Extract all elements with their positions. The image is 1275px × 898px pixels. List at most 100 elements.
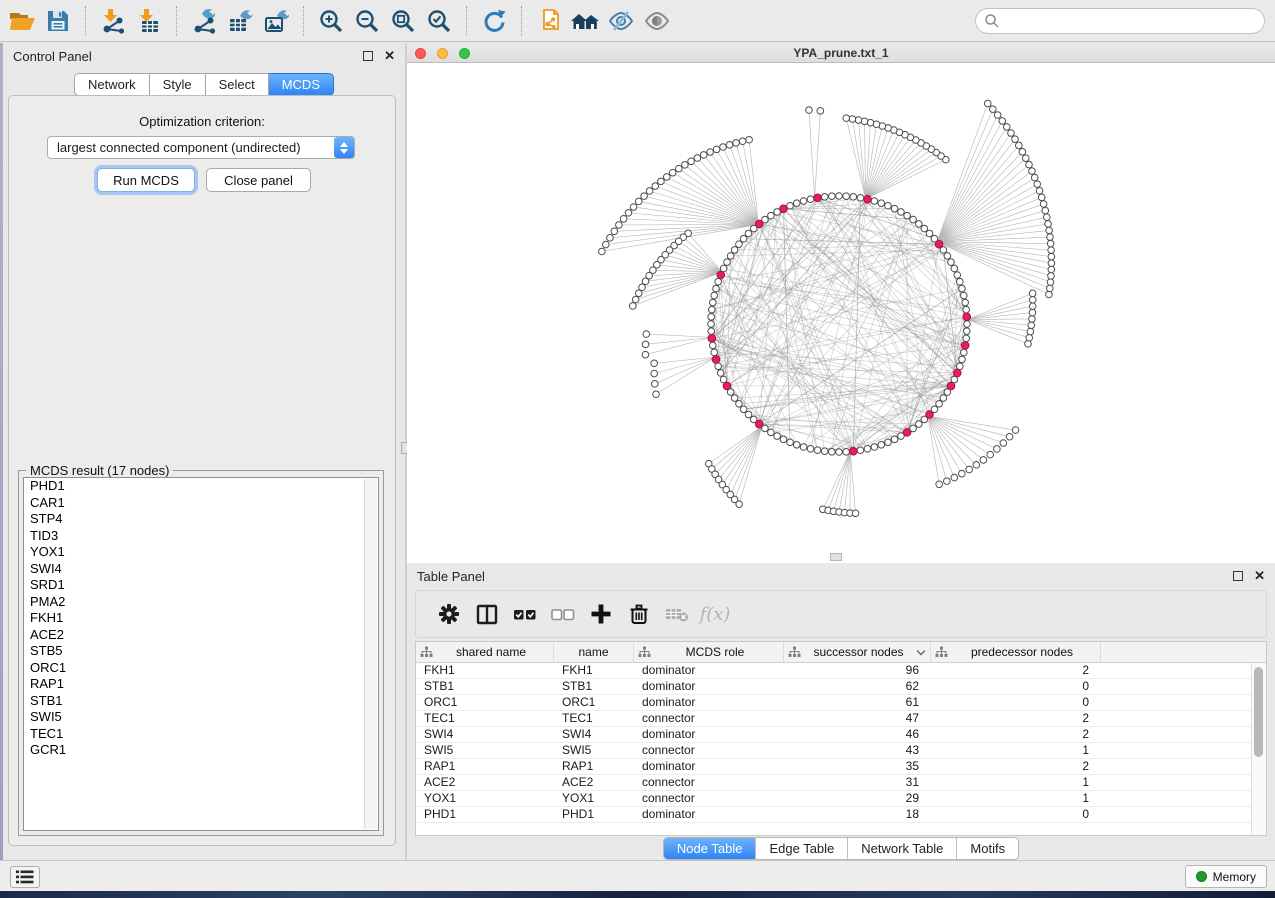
optimization-criterion-select[interactable]: largest connected component (undirected) [47,136,355,159]
export-network-icon[interactable] [186,5,222,37]
column-header-predecessor-nodes[interactable]: predecessor nodes [931,642,1101,662]
table-cell: FKH1 [416,663,554,678]
function-builder-icon[interactable]: f(x) [696,597,734,631]
table-row[interactable]: YOX1YOX1connector291 [416,791,1266,807]
cybrowser-icon[interactable] [567,5,603,37]
table-options-gear-icon[interactable] [430,597,468,631]
tab-select[interactable]: Select [206,73,269,96]
mcds-result-item[interactable]: STB1 [24,693,378,710]
deselect-all-columns-icon[interactable] [544,597,582,631]
column-header-name[interactable]: name [554,642,634,662]
add-column-icon[interactable] [582,597,620,631]
table-scrollbar-thumb[interactable] [1254,667,1263,757]
toolbar-separator [466,6,467,36]
result-list-scrollbar[interactable] [364,479,377,829]
table-cell: dominator [634,727,784,742]
import-network-url-icon[interactable] [531,5,567,37]
show-columns-icon[interactable] [468,597,506,631]
zoom-in-icon[interactable] [313,5,349,37]
mcds-result-item[interactable]: RAP1 [24,676,378,693]
mcds-result-item[interactable]: PHD1 [24,478,378,495]
close-panel-icon[interactable]: ✕ [384,48,395,64]
search-input[interactable] [1000,14,1256,28]
tab-mcds[interactable]: MCDS [269,73,334,96]
table-cell: connector [634,711,784,726]
tab-motifs[interactable]: Motifs [957,838,1018,859]
mcds-result-group: MCDS result (17 nodes) PHD1CAR1STP4TID3Y… [18,470,384,836]
export-table-icon[interactable] [222,5,258,37]
save-session-icon[interactable] [40,5,76,37]
table-row[interactable]: SWI5SWI5connector431 [416,743,1266,759]
mcds-result-item[interactable]: TEC1 [24,726,378,743]
zoom-out-icon[interactable] [349,5,385,37]
apply-layout-icon[interactable] [476,5,512,37]
zoom-fit-icon[interactable] [385,5,421,37]
table-cell: 62 [784,679,931,694]
table-cell: RAP1 [554,759,634,774]
mcds-result-item[interactable]: SWI5 [24,709,378,726]
table-row[interactable]: TEC1TEC1connector472 [416,711,1266,727]
mcds-result-item[interactable]: ACE2 [24,627,378,644]
table-row[interactable]: PHD1PHD1dominator180 [416,807,1266,823]
table-row[interactable]: FKH1FKH1dominator962 [416,663,1266,679]
run-mcds-button[interactable]: Run MCDS [97,168,195,192]
delete-table-icon[interactable] [658,597,696,631]
mcds-result-item[interactable]: ORC1 [24,660,378,677]
tab-network[interactable]: Network [74,73,150,96]
tab-node-table[interactable]: Node Table [664,838,757,859]
zoom-selected-icon[interactable] [421,5,457,37]
mcds-tab-content: Optimization criterion: largest connecte… [8,95,396,846]
network-graph[interactable] [407,63,1275,563]
table-row[interactable]: RAP1RAP1dominator352 [416,759,1266,775]
toolbar-separator [521,6,522,36]
mcds-result-list[interactable]: PHD1CAR1STP4TID3YOX1SWI4SRD1PMA2FKH1ACE2… [23,477,379,831]
float-table-panel-icon[interactable] [1233,571,1243,581]
memory-button[interactable]: Memory [1185,865,1267,888]
table-cell: SWI5 [416,743,554,758]
show-tasks-button[interactable] [10,866,40,888]
tab-network-table[interactable]: Network Table [848,838,957,859]
table-cell: YOX1 [554,791,634,806]
horizontal-splitter-handle[interactable] [830,553,842,561]
mcds-result-item[interactable]: PMA2 [24,594,378,611]
open-file-icon[interactable] [4,5,40,37]
table-row[interactable]: ACE2ACE2connector311 [416,775,1266,791]
table-cell: 0 [931,695,1101,710]
close-panel-button[interactable]: Close panel [206,168,311,192]
column-header-MCDS-role[interactable]: MCDS role [634,642,784,662]
table-scrollbar[interactable] [1251,663,1266,835]
network-canvas[interactable] [407,63,1275,563]
mcds-result-item[interactable]: SWI4 [24,561,378,578]
column-header-shared-name[interactable]: shared name [416,642,554,662]
toolbar-separator [176,6,177,36]
table-row[interactable]: ORC1ORC1dominator610 [416,695,1266,711]
tab-style[interactable]: Style [150,73,206,96]
search-box[interactable] [975,8,1265,34]
table-cell: 2 [931,759,1101,774]
hide-panels-icon[interactable] [603,5,639,37]
mcds-result-item[interactable]: FKH1 [24,610,378,627]
import-table-icon[interactable] [131,5,167,37]
column-header-successor-nodes[interactable]: successor nodes [784,642,931,662]
show-panels-icon[interactable] [639,5,675,37]
column-header-filler [1101,642,1266,662]
mcds-result-item[interactable]: TID3 [24,528,378,545]
mcds-result-item[interactable]: CAR1 [24,495,378,512]
table-cell: YOX1 [416,791,554,806]
mcds-result-item[interactable]: STP4 [24,511,378,528]
table-panel: Table Panel ✕ [407,563,1275,860]
mcds-result-item[interactable]: YOX1 [24,544,378,561]
delete-column-trash-icon[interactable] [620,597,658,631]
mcds-result-item[interactable]: GCR1 [24,742,378,759]
tab-edge-table[interactable]: Edge Table [756,838,848,859]
network-window-title: YPA_prune.txt_1 [407,46,1275,60]
import-network-icon[interactable] [95,5,131,37]
mcds-result-item[interactable]: SRD1 [24,577,378,594]
select-all-columns-icon[interactable] [506,597,544,631]
close-table-panel-icon[interactable]: ✕ [1254,568,1265,584]
table-row[interactable]: STB1STB1dominator620 [416,679,1266,695]
mcds-result-item[interactable]: STB5 [24,643,378,660]
export-image-icon[interactable] [258,5,294,37]
table-row[interactable]: SWI4SWI4dominator462 [416,727,1266,743]
float-panel-icon[interactable] [363,51,373,61]
